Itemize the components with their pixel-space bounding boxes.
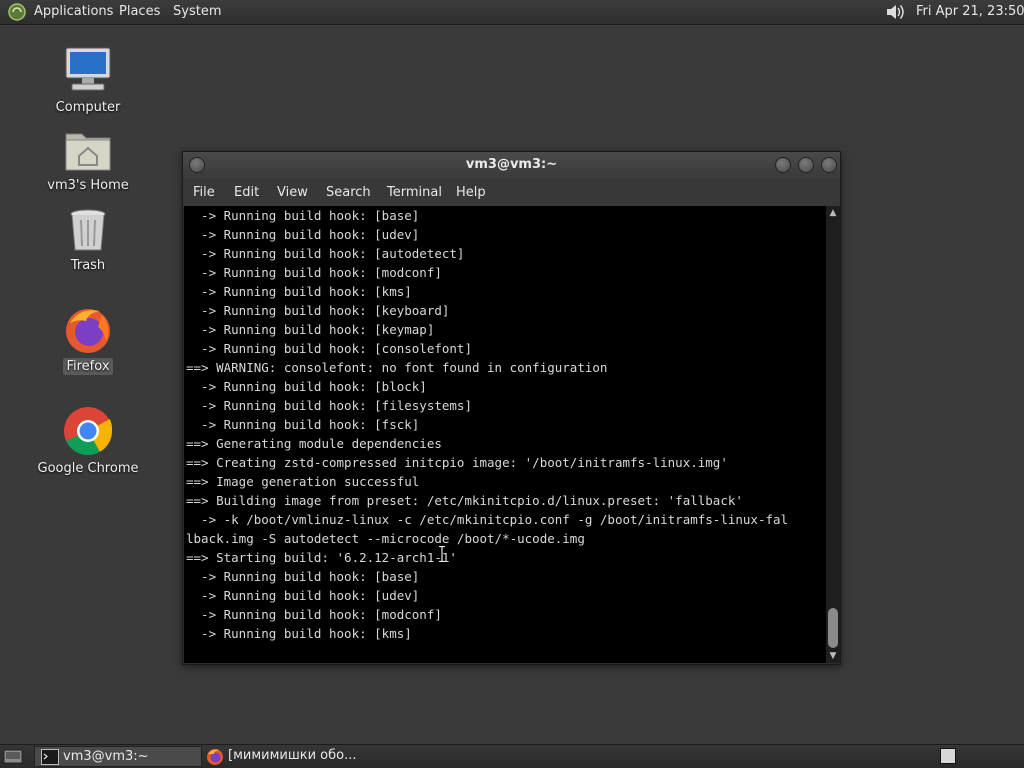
clock[interactable]: Fri Apr 21, 23:50 <box>916 4 1024 19</box>
terminal-line: -> Running build hook: [filesystems] <box>186 398 472 413</box>
menu-help[interactable]: Help <box>456 185 486 200</box>
terminal-line: -> Running build hook: [kms] <box>186 626 412 641</box>
chrome-icon <box>64 407 113 456</box>
terminal-line: -> Running build hook: [base] <box>186 569 420 584</box>
menu-terminal[interactable]: Terminal <box>387 185 442 200</box>
firefox-icon <box>207 749 223 765</box>
terminal-line: lback.img -S autodetect --microcode /boo… <box>186 531 585 546</box>
terminal-line: -> Running build hook: [kms] <box>186 284 412 299</box>
terminal-line: ==> Creating zstd-compressed initcpio im… <box>186 455 728 470</box>
desktop-icon-firefox[interactable]: Firefox <box>33 305 143 375</box>
terminal-line: -> Running build hook: [modconf] <box>186 607 442 622</box>
terminal-line: -> Running build hook: [autodetect] <box>186 246 465 261</box>
top-panel: Applications Places System Fri Apr 21, 2… <box>0 0 1024 25</box>
scroll-down-arrow-icon[interactable]: ▼ <box>826 649 840 663</box>
terminal-line: ==> Image generation successful <box>186 474 420 489</box>
desktop-icon-home[interactable]: vm3's Home <box>33 126 143 194</box>
desktop-icon-label: Trash <box>70 258 106 273</box>
terminal-line: -> Running build hook: [fsck] <box>186 417 420 432</box>
terminal-menubar: File Edit View Search Terminal Help <box>183 179 840 206</box>
terminal-window: vm3@vm3:~ File Edit View Search Terminal… <box>182 151 841 665</box>
desktop-icon-label: Google Chrome <box>37 461 139 476</box>
desktop-icon-label: vm3's Home <box>47 178 129 193</box>
terminal-line: -> Running build hook: [consolefont] <box>186 341 472 356</box>
volume-icon[interactable] <box>884 2 906 22</box>
desktop-icon-chrome[interactable]: Google Chrome <box>33 405 143 477</box>
home-folder-icon <box>65 133 111 171</box>
menu-applications[interactable]: Applications <box>34 4 113 19</box>
scroll-up-arrow-icon[interactable]: ▲ <box>826 206 840 220</box>
terminal-line: -> -k /boot/vmlinuz-linux -c /etc/mkinit… <box>186 512 789 527</box>
minimize-button[interactable] <box>775 157 791 173</box>
desktop-icon-label: Firefox <box>63 358 113 375</box>
menu-edit[interactable]: Edit <box>234 185 259 200</box>
close-button[interactable] <box>821 157 837 173</box>
desktop-icon-trash[interactable]: Trash <box>33 206 143 274</box>
terminal-line: -> Running build hook: [udev] <box>186 227 420 242</box>
terminal-line: ==> Building image from preset: /etc/mki… <box>186 493 743 508</box>
terminal-output[interactable]: -> Running build hook: [base] -> Running… <box>184 206 826 663</box>
terminal-line: -> Running build hook: [keyboard] <box>186 303 450 318</box>
taskbar-item-label: vm3@vm3:~ <box>63 749 149 764</box>
terminal-icon <box>41 749 59 765</box>
menu-places[interactable]: Places <box>119 4 160 19</box>
window-title: vm3@vm3:~ <box>465 157 558 172</box>
terminal-line: -> Running build hook: [block] <box>186 379 427 394</box>
terminal-line: -> Running build hook: [modconf] <box>186 265 442 280</box>
text-cursor-icon <box>439 546 445 562</box>
terminal-line: -> Running build hook: [base] <box>186 208 420 223</box>
mate-logo-icon[interactable] <box>7 3 27 21</box>
scrollbar-thumb[interactable] <box>828 608 838 648</box>
taskbar-item-firefox[interactable]: [мимимишки обо... <box>200 746 366 767</box>
terminal-line: ==> Generating module dependencies <box>186 436 442 451</box>
workspace-switcher-icon[interactable] <box>940 748 956 764</box>
maximize-button[interactable] <box>798 157 814 173</box>
show-desktop-icon[interactable] <box>3 748 23 765</box>
terminal-scrollbar[interactable]: ▲ ▼ <box>826 206 840 663</box>
terminal-line: -> Running build hook: [keymap] <box>186 322 435 337</box>
menu-search[interactable]: Search <box>326 185 371 200</box>
terminal-line: ==> Starting build: '6.2.12-arch1-1' <box>186 550 457 565</box>
taskbar-item-terminal[interactable]: vm3@vm3:~ <box>34 746 202 767</box>
terminal-titlebar[interactable]: vm3@vm3:~ <box>183 152 840 179</box>
desktop-icon-computer[interactable]: Computer <box>33 44 143 116</box>
menu-file[interactable]: File <box>193 185 215 200</box>
menu-system[interactable]: System <box>173 4 221 19</box>
menu-view[interactable]: View <box>277 185 308 200</box>
taskbar-item-label: [мимимишки обо... <box>228 748 357 763</box>
trash-icon <box>70 209 106 251</box>
bottom-panel: vm3@vm3:~ [мимимишки обо... <box>0 744 1024 768</box>
computer-icon <box>65 47 111 91</box>
desktop-icon-label: Computer <box>55 100 121 115</box>
firefox-icon <box>66 309 110 353</box>
terminal-line: -> Running build hook: [udev] <box>186 588 420 603</box>
terminal-line: ==> WARNING: consolefont: no font found … <box>186 360 608 375</box>
